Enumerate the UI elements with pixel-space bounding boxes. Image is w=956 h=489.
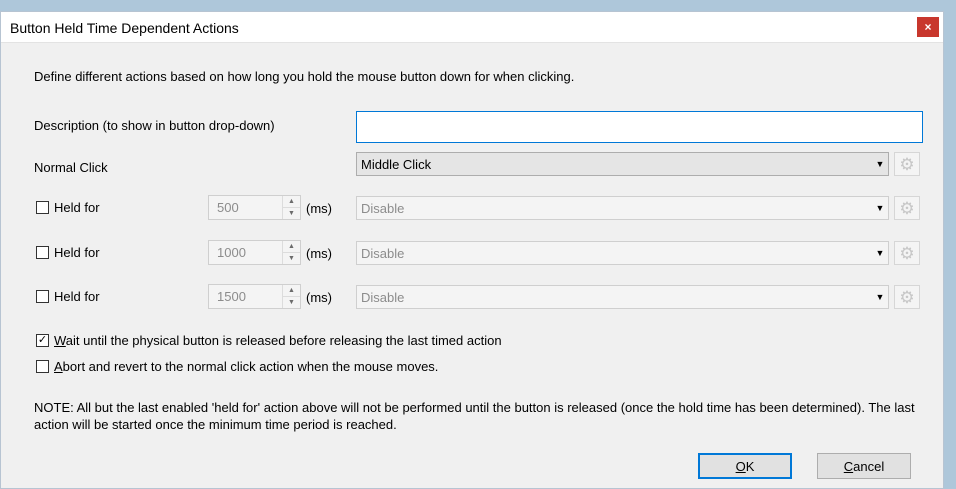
held-ms-value-3: 1500 <box>217 289 246 304</box>
spin-down-icon[interactable]: ▼ <box>283 208 300 219</box>
held-unit-3: (ms) <box>306 290 332 305</box>
ok-text: K <box>745 458 755 474</box>
held-unit-2: (ms) <box>306 246 332 261</box>
gear-icon[interactable]: ⚙ <box>894 196 920 220</box>
intro-text: Define different actions based on how lo… <box>34 69 575 84</box>
abort-move-label: Abort and revert to the normal click act… <box>54 359 438 374</box>
spin-down-icon[interactable]: ▼ <box>283 253 300 264</box>
ok-button[interactable]: OK <box>698 453 792 479</box>
spin-up-icon[interactable]: ▲ <box>283 241 300 253</box>
held-action-dropdown-3[interactable]: Disable ▼ <box>356 285 889 309</box>
abort-move-text: bort and revert to the normal click acti… <box>62 359 439 374</box>
normal-click-dropdown[interactable]: Middle Click ▼ <box>356 152 889 176</box>
wait-release-text: ait until the physical button is release… <box>65 333 502 348</box>
held-ms-value-2: 1000 <box>217 245 246 260</box>
title-bar: Button Held Time Dependent Actions × <box>1 12 943 43</box>
cancel-mnemonic: C <box>843 458 854 474</box>
held-ms-stepper-1[interactable]: 500 ▲ ▼ <box>208 195 301 220</box>
held-ms-stepper-2[interactable]: 1000 ▲ ▼ <box>208 240 301 265</box>
held-action-value-3: Disable <box>361 289 405 305</box>
abort-move-checkbox[interactable] <box>36 360 49 373</box>
held-checkbox-2[interactable] <box>36 246 49 259</box>
cancel-text: ancel <box>853 458 885 474</box>
window-title: Button Held Time Dependent Actions <box>10 20 239 36</box>
held-action-dropdown-1[interactable]: Disable ▼ <box>356 196 889 220</box>
held-unit-1: (ms) <box>306 201 332 216</box>
wait-release-checkbox[interactable]: ✓ <box>36 334 49 347</box>
ok-mnemonic: O <box>735 458 746 474</box>
held-label-1: Held for <box>54 200 100 215</box>
gear-icon[interactable]: ⚙ <box>894 241 920 265</box>
held-action-dropdown-2[interactable]: Disable ▼ <box>356 241 889 265</box>
held-action-value-2: Disable <box>361 245 405 261</box>
held-label-2: Held for <box>54 245 100 260</box>
cancel-button[interactable]: Cancel <box>817 453 911 479</box>
chevron-down-icon: ▼ <box>875 203 885 213</box>
held-ms-stepper-3[interactable]: 1500 ▲ ▼ <box>208 284 301 309</box>
spin-down-icon[interactable]: ▼ <box>283 297 300 308</box>
held-action-value-1: Disable <box>361 200 405 216</box>
dialog-window: Button Held Time Dependent Actions × Def… <box>0 11 944 489</box>
spin-up-icon[interactable]: ▲ <box>283 285 300 297</box>
chevron-down-icon: ▼ <box>875 248 885 258</box>
held-checkbox-3[interactable] <box>36 290 49 303</box>
description-label: Description (to show in button drop-down… <box>34 118 275 133</box>
abort-move-mnemonic: A <box>54 359 63 374</box>
chevron-down-icon: ▼ <box>875 159 885 169</box>
wait-release-mnemonic: W <box>54 333 66 348</box>
gear-icon[interactable]: ⚙ <box>894 285 920 309</box>
close-icon[interactable]: × <box>917 17 939 37</box>
normal-click-label: Normal Click <box>34 160 108 175</box>
spin-up-icon[interactable]: ▲ <box>283 196 300 208</box>
note-text: NOTE: All but the last enabled 'held for… <box>34 400 915 432</box>
normal-click-value: Middle Click <box>361 156 432 172</box>
chevron-down-icon: ▼ <box>875 292 885 302</box>
wait-release-label: Wait until the physical button is releas… <box>54 333 502 348</box>
description-input[interactable] <box>356 111 923 143</box>
held-checkbox-1[interactable] <box>36 201 49 214</box>
gear-icon[interactable]: ⚙ <box>894 152 920 176</box>
held-ms-value-1: 500 <box>217 200 239 215</box>
held-label-3: Held for <box>54 289 100 304</box>
